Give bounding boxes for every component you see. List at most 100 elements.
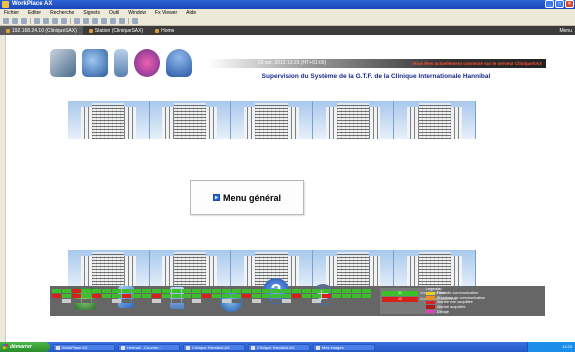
cut-icon[interactable] (92, 18, 98, 24)
menu-recherche[interactable]: Recherche (50, 9, 74, 17)
status-cell[interactable] (112, 299, 121, 303)
refresh-icon[interactable] (43, 18, 49, 24)
status-cell[interactable] (322, 289, 331, 293)
start-button[interactable]: démarrer (0, 342, 50, 352)
home-icon[interactable] (52, 18, 58, 24)
status-cell[interactable] (192, 294, 201, 298)
status-cell[interactable] (132, 299, 141, 303)
minimize-button[interactable]: _ (545, 0, 554, 8)
taskbar-item[interactable]: Hotmail - Courrier... (118, 343, 180, 351)
grid-icon[interactable] (132, 18, 138, 24)
status-cell[interactable] (232, 299, 241, 303)
status-cell[interactable] (92, 299, 101, 303)
status-cell[interactable] (312, 289, 321, 293)
status-cell[interactable] (262, 299, 271, 303)
status-cell[interactable] (362, 294, 371, 298)
status-cell[interactable] (302, 294, 311, 298)
status-cell[interactable] (202, 294, 211, 298)
bookmark-icon[interactable] (61, 18, 67, 24)
status-cell[interactable] (362, 299, 371, 303)
status-cell[interactable] (232, 294, 241, 298)
status-cell[interactable] (222, 299, 231, 303)
save-icon[interactable] (74, 18, 80, 24)
status-cell[interactable] (62, 289, 71, 293)
status-cell[interactable] (72, 299, 81, 303)
status-cell[interactable] (212, 294, 221, 298)
status-cell[interactable] (362, 289, 371, 293)
status-cell[interactable] (192, 289, 201, 293)
status-cell[interactable] (192, 299, 201, 303)
status-cell[interactable] (202, 299, 211, 303)
status-cell[interactable] (272, 289, 281, 293)
status-cell[interactable] (102, 299, 111, 303)
menu-tab-button[interactable]: Menu (559, 28, 575, 34)
status-cell[interactable] (342, 299, 351, 303)
status-cell[interactable] (252, 294, 261, 298)
taskbar-item[interactable]: Clinique Hannibal AX (183, 343, 245, 351)
status-cell[interactable] (142, 299, 151, 303)
status-cell[interactable] (272, 294, 281, 298)
status-cell[interactable] (282, 299, 291, 303)
tab-home[interactable]: Home (149, 26, 180, 35)
status-cell[interactable] (252, 289, 261, 293)
menu-fx-viewer[interactable]: Fx Viewer (155, 9, 177, 17)
delete-icon[interactable] (119, 18, 125, 24)
status-cell[interactable] (112, 289, 121, 293)
menu-signets[interactable]: Signets (83, 9, 100, 17)
status-cell[interactable] (182, 299, 191, 303)
status-cell[interactable] (332, 294, 341, 298)
status-cell[interactable] (252, 299, 261, 303)
tab-server[interactable]: 192.168.24.10 (CliniqueSAX) (0, 26, 83, 35)
status-cell[interactable] (92, 289, 101, 293)
alarm-count-unacknowledged[interactable]: 12 (382, 297, 418, 302)
status-cell[interactable] (262, 294, 271, 298)
status-cell[interactable] (162, 299, 171, 303)
status-cell[interactable] (312, 294, 321, 298)
status-cell[interactable] (82, 299, 91, 303)
print-icon[interactable] (83, 18, 89, 24)
forward-icon[interactable] (12, 18, 18, 24)
status-cell[interactable] (332, 299, 341, 303)
status-cell[interactable] (152, 294, 161, 298)
taskbar-item[interactable]: WorkPlace AX (53, 343, 115, 351)
status-cell[interactable] (212, 289, 221, 293)
paste-icon[interactable] (110, 18, 116, 24)
status-cell[interactable] (162, 294, 171, 298)
status-cell[interactable] (182, 294, 191, 298)
alarm-count-current[interactable]: 32 (382, 291, 418, 296)
status-cell[interactable] (352, 289, 361, 293)
status-cell[interactable] (342, 294, 351, 298)
status-cell[interactable] (272, 299, 281, 303)
menu-window[interactable]: Window (128, 9, 146, 17)
status-cell[interactable] (292, 294, 301, 298)
menu-fichier[interactable]: Fichier (4, 9, 19, 17)
menu-editer[interactable]: Editer (28, 9, 41, 17)
status-cell[interactable] (292, 299, 301, 303)
status-cell[interactable] (172, 289, 181, 293)
status-cell[interactable] (242, 289, 251, 293)
menu-aide[interactable]: Aide (186, 9, 196, 17)
status-cell[interactable] (122, 299, 131, 303)
status-cell[interactable] (332, 289, 341, 293)
status-cell[interactable] (302, 289, 311, 293)
taskbar-item[interactable]: Mes images (313, 343, 375, 351)
status-cell[interactable] (162, 289, 171, 293)
status-cell[interactable] (242, 299, 251, 303)
status-cell[interactable] (222, 289, 231, 293)
status-cell[interactable] (152, 289, 161, 293)
status-cell[interactable] (282, 289, 291, 293)
status-cell[interactable] (132, 289, 141, 293)
status-cell[interactable] (222, 294, 231, 298)
menu-outil[interactable]: Outil (109, 9, 119, 17)
status-cell[interactable] (52, 294, 61, 298)
status-cell[interactable] (322, 299, 331, 303)
status-cell[interactable] (202, 289, 211, 293)
main-menu-button[interactable]: ▸ Menu général (190, 180, 304, 215)
status-cell[interactable] (62, 294, 71, 298)
status-cell[interactable] (52, 289, 61, 293)
status-cell[interactable] (182, 289, 191, 293)
maximize-button[interactable]: □ (555, 0, 564, 8)
status-cell[interactable] (82, 294, 91, 298)
status-cell[interactable] (302, 299, 311, 303)
status-cell[interactable] (352, 294, 361, 298)
